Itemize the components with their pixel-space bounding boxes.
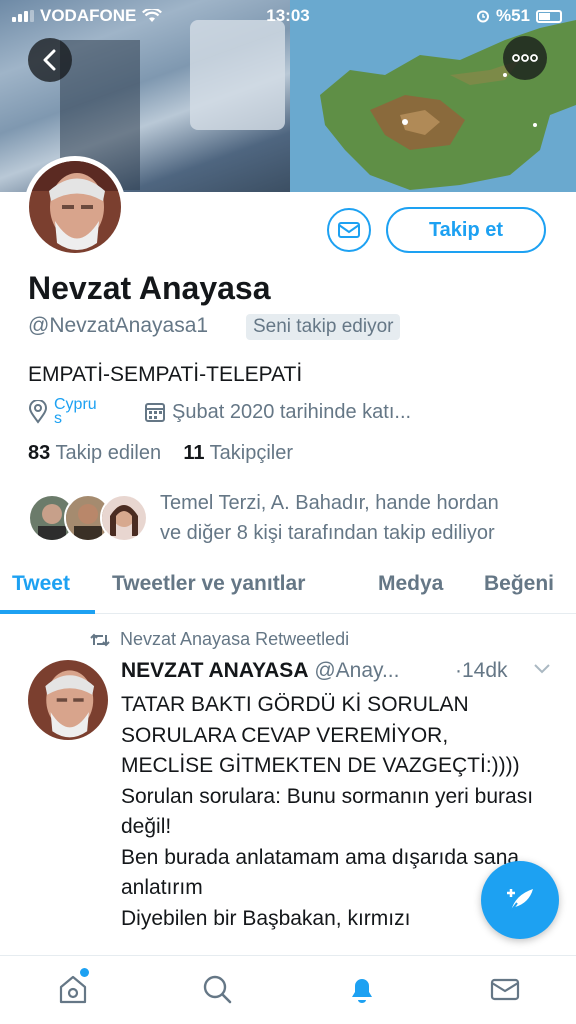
tweet-author-handle[interactable]: @Anay... xyxy=(314,659,399,682)
followed-by-row[interactable]: Temel Terzi, A. Bahadır, hande hordan ve… xyxy=(28,488,568,548)
alarm-icon xyxy=(476,10,489,23)
more-options-button[interactable] xyxy=(503,36,547,80)
location-text: Cypru xyxy=(54,398,97,413)
profile-bio: EMPATİ-SEMPATİ-TELEPATİ xyxy=(28,363,303,386)
followers-link[interactable]: 11 Takipçiler xyxy=(183,442,293,464)
location-text-line2: s xyxy=(54,410,62,427)
tab-media[interactable]: Medya xyxy=(378,572,443,596)
retweet-label: Nevzat Anayasa Retweetledi xyxy=(120,629,350,649)
active-tab-indicator xyxy=(0,610,95,614)
location-link[interactable]: Cypru s xyxy=(54,398,134,426)
followers-count: 11 xyxy=(183,442,205,464)
profile-avatar[interactable] xyxy=(24,156,126,258)
followed-by-line1: Temel Terzi, A. Bahadır, hande hordan xyxy=(160,492,499,514)
profile-name: Nevzat Anayasa xyxy=(28,270,271,306)
joined-date: Şubat 2020 tarihinde katı... xyxy=(172,400,412,423)
tab-tweet[interactable]: Tweet xyxy=(12,572,70,596)
bell-icon[interactable] xyxy=(345,972,379,1006)
following-count: 83 xyxy=(28,442,51,464)
tweet-header: NEVZAT ANAYASA @Anay... ·14dk xyxy=(121,659,561,683)
followed-by-line2: ve diğer 8 kişi tarafından takip ediliyo… xyxy=(160,522,495,544)
tweet-avatar[interactable] xyxy=(28,660,108,740)
home-notification-dot xyxy=(80,968,89,977)
more-dots-icon xyxy=(512,54,538,62)
retweet-context: Nevzat Anayasa Retweetledi xyxy=(90,629,349,650)
battery-icon xyxy=(536,9,562,23)
back-button[interactable] xyxy=(28,38,72,82)
envelope-icon xyxy=(338,222,360,238)
chevron-left-icon xyxy=(43,49,56,71)
calendar-icon xyxy=(145,403,165,422)
message-button[interactable] xyxy=(327,208,371,252)
search-icon[interactable] xyxy=(200,972,234,1006)
status-bar: VODAFONE 13:03 %51 xyxy=(0,0,576,30)
chevron-down-icon[interactable] xyxy=(533,661,551,675)
profile-handle: @NevzatAnayasa1 xyxy=(28,314,209,337)
bottom-nav xyxy=(0,955,576,1024)
follows-you-badge: Seni takip ediyor xyxy=(246,314,401,340)
profile-meta: Cypru s Şubat 2020 tarihinde katı... xyxy=(28,398,411,426)
location-pin-icon xyxy=(28,400,48,424)
followers-label: Takipçiler xyxy=(209,442,294,464)
home-icon[interactable] xyxy=(56,972,90,1006)
tweet-author-name[interactable]: NEVZAT ANAYASA xyxy=(121,659,308,682)
compose-tweet-button[interactable] xyxy=(481,861,559,939)
follow-counts: 83 Takip edilen 11 Takipçiler xyxy=(28,442,293,465)
follower-avatar xyxy=(100,494,148,542)
tweet-text[interactable]: TATAR BAKTI GÖRDÜ Kİ SORULAN SORULARA CE… xyxy=(121,690,541,955)
envelope-icon[interactable] xyxy=(488,972,522,1006)
following-label: Takip edilen xyxy=(55,442,162,464)
tab-tweets-and-replies[interactable]: Tweetler ve yanıtlar xyxy=(112,572,305,596)
compose-feather-icon xyxy=(507,889,533,912)
retweet-icon xyxy=(90,633,110,646)
follow-button[interactable]: Takip et xyxy=(386,207,546,253)
battery-percent: %51 xyxy=(495,6,530,25)
tab-likes[interactable]: Beğeni xyxy=(484,572,554,596)
profile-tabs: Tweet Tweetler ve yanıtlar Medya Beğeni xyxy=(0,562,576,614)
following-link[interactable]: 83 Takip edilen xyxy=(28,442,161,464)
followed-by-text: Temel Terzi, A. Bahadır, hande hordan ve… xyxy=(160,488,499,548)
tweet-time[interactable]: ·14dk xyxy=(455,659,508,683)
